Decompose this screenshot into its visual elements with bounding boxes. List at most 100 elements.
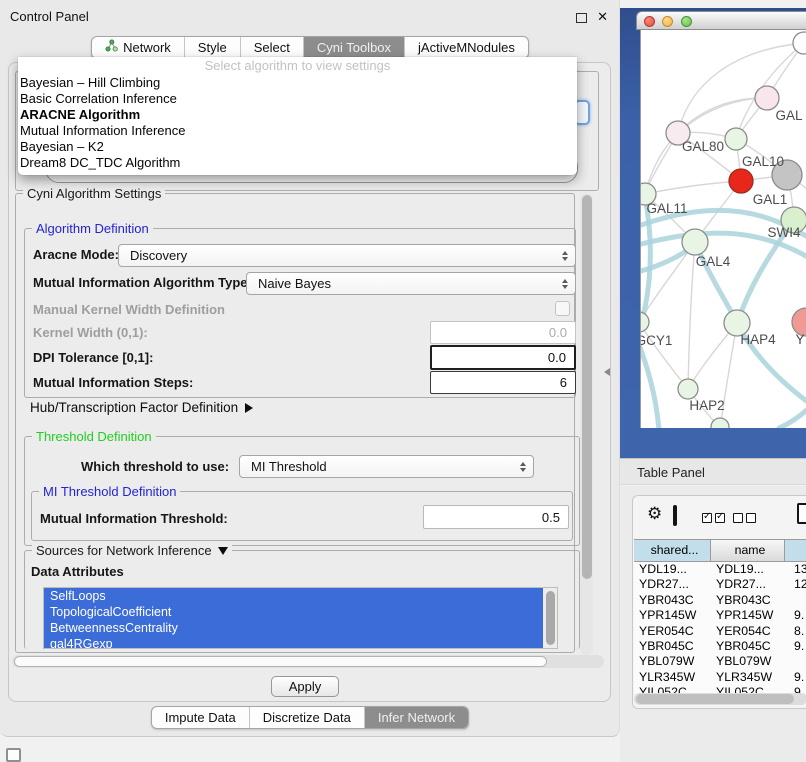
tab-label: Discretize Data <box>263 707 351 728</box>
node-label-hap4: HAP4 <box>740 332 776 347</box>
attribute-item-gal4rgexp[interactable]: gal4RGexp <box>44 636 543 649</box>
table-row[interactable]: YIL052CYIL052C9. <box>634 685 806 693</box>
which-threshold-combo[interactable]: MI Threshold <box>239 455 534 478</box>
kernel-width-value: 0.0 <box>549 325 567 340</box>
hub-transcription-section-toggle[interactable]: Hub/Transcription Factor Definition <box>30 400 253 415</box>
minimize-traffic-light-icon[interactable] <box>662 16 673 27</box>
network-node-hap2[interactable] <box>678 379 698 399</box>
network-edge[interactable] <box>645 181 741 194</box>
table-row[interactable]: YBR045CYBR045C9. <box>634 639 806 654</box>
checked-box-icon <box>715 513 725 523</box>
float-window-icon[interactable] <box>576 13 587 23</box>
tab-cyni-toolbox[interactable]: Cyni Toolbox <box>303 37 404 58</box>
network-edge[interactable] <box>688 242 695 389</box>
table-cell: YDL19... <box>711 562 785 577</box>
tab-label: Style <box>198 37 227 58</box>
which-threshold-label: Which threshold to use: <box>81 459 229 474</box>
algorithm-option-bayesian-hill-climbing[interactable]: Bayesian – Hill Climbing <box>18 75 577 91</box>
tab-network[interactable]: Network <box>92 37 184 58</box>
spinner-arrows-icon[interactable] <box>562 251 568 261</box>
network-view-canvas[interactable]: GALGAL80GAL10GAL1GAL11SWI4GAL4GCY1HAP4YH… <box>640 30 806 428</box>
attribute-items: SelfLoopsTopologicalCoefficientBetweenne… <box>44 588 557 649</box>
table-cell: YBL079W <box>711 654 785 669</box>
table-row[interactable]: YER054CYER054C8. <box>634 624 806 639</box>
aracne-mode-combo[interactable]: Discovery <box>118 244 576 267</box>
algorithm-option-aracne-algorithm[interactable]: ARACNE Algorithm <box>18 107 577 123</box>
select-all-icon[interactable] <box>702 510 728 528</box>
node-label-gal1: GAL1 <box>753 192 788 207</box>
cyni-settings-title: Cyni Algorithm Settings <box>23 186 165 201</box>
table-row[interactable]: YPR145WYPR145W9. <box>634 608 806 623</box>
network-node-gal4[interactable] <box>682 229 708 255</box>
deselect-all-icon[interactable] <box>733 510 759 528</box>
tab-select[interactable]: Select <box>240 37 303 58</box>
tab-style[interactable]: Style <box>184 37 240 58</box>
attributes-scroll-thumb[interactable] <box>546 591 555 645</box>
table-horizontal-scrollbar[interactable] <box>634 693 806 705</box>
float-dock-icon[interactable] <box>6 748 21 762</box>
node-table[interactable]: shared...name YDL19...YDL19...13YDR27...… <box>634 539 806 693</box>
mi-steps-value: 6 <box>560 375 567 390</box>
tab-impute-data[interactable]: Impute Data <box>152 707 249 728</box>
table-cell: YIL052C <box>634 685 711 693</box>
document-icon[interactable] <box>797 503 806 524</box>
table-row[interactable]: YDR27...YDR27...12 <box>634 577 806 592</box>
columns-icon[interactable] <box>673 505 677 526</box>
algorithm-option-basic-correlation-inference[interactable]: Basic Correlation Inference <box>18 91 577 107</box>
network-edge[interactable] <box>779 400 806 428</box>
table-cell: 9. <box>785 670 806 685</box>
algorithm-definition-group: Algorithm Definition Aracne Mode: Discov… <box>24 228 576 398</box>
algorithm-option-mutual-information-inference[interactable]: Mutual Information Inference <box>18 123 577 139</box>
settings-vscroll-thumb[interactable] <box>582 195 592 579</box>
attribute-item-betweennesscentrality[interactable]: BetweennessCentrality <box>44 620 543 636</box>
tab-infer-network[interactable]: Infer Network <box>364 707 468 728</box>
close-icon[interactable] <box>597 9 608 25</box>
table-row[interactable]: YLR345WYLR345W9. <box>634 670 806 685</box>
network-node-gal[interactable] <box>755 86 779 110</box>
data-attributes-list[interactable]: SelfLoopsTopologicalCoefficientBetweenne… <box>43 587 558 649</box>
column-header-clipped[interactable] <box>785 540 806 561</box>
network-node[interactable] <box>711 418 729 428</box>
table-row[interactable]: YDL19...YDL19...13 <box>634 562 806 577</box>
algorithm-option-bayesian-k2[interactable]: Bayesian – K2 <box>18 139 577 155</box>
table-row[interactable]: YBL079WYBL079W <box>634 654 806 669</box>
network-graph[interactable]: GALGAL80GAL10GAL1GAL11SWI4GAL4GCY1HAP4YH… <box>641 30 806 428</box>
aracne-mode-value: Discovery <box>130 248 187 263</box>
table-cell: YBL079W <box>634 654 711 669</box>
column-header-shared[interactable]: shared... <box>634 540 711 561</box>
manual-kernel-checkbox[interactable] <box>555 301 570 316</box>
apply-button[interactable]: Apply <box>271 676 339 697</box>
spinner-arrows-icon[interactable] <box>562 279 568 289</box>
network-window-titlebar[interactable] <box>636 11 806 30</box>
settings-hscroll-thumb[interactable] <box>14 656 547 667</box>
attribute-item-selfloops[interactable]: SelfLoops <box>44 588 543 604</box>
network-node-gal10[interactable] <box>725 128 747 150</box>
mi-steps-field[interactable]: 6 <box>430 371 576 394</box>
control-panel-title: Control Panel <box>10 9 89 24</box>
table-cell: 13 <box>785 562 806 577</box>
zoom-traffic-light-icon[interactable] <box>681 16 692 27</box>
network-node-gcy1[interactable] <box>641 312 649 332</box>
table-hscroll-thumb[interactable] <box>636 694 794 704</box>
panel-splitter-arrow-icon[interactable] <box>604 368 610 376</box>
node-label-y: Y <box>795 332 804 347</box>
spinner-arrows-icon[interactable] <box>520 462 526 472</box>
tab-discretize-data[interactable]: Discretize Data <box>249 707 364 728</box>
algorithm-option-dream8-dc-tdc-algorithm[interactable]: Dream8 DC_TDC Algorithm <box>18 155 577 171</box>
tab-jactivemnodules[interactable]: jActiveMNodules <box>404 37 528 58</box>
mi-algorithm-type-combo[interactable]: Naive Bayes <box>246 272 576 295</box>
mi-threshold-field[interactable]: 0.5 <box>423 505 569 529</box>
sources-title[interactable]: Sources for Network Inference <box>32 543 232 558</box>
sources-title-text: Sources for Network Inference <box>36 543 212 558</box>
network-node-gal1[interactable] <box>729 169 753 193</box>
attributes-scrollbar[interactable] <box>543 588 557 648</box>
attribute-item-topologicalcoefficient[interactable]: TopologicalCoefficient <box>44 604 543 620</box>
gear-icon[interactable] <box>647 504 662 524</box>
kernel-width-field[interactable]: 0.0 <box>430 321 576 344</box>
settings-vertical-scrollbar[interactable] <box>580 193 593 655</box>
dpi-tolerance-field[interactable]: 0.0 <box>430 345 576 370</box>
table-row[interactable]: YBR043CYBR043C <box>634 593 806 608</box>
column-header-name[interactable]: name <box>711 540 785 561</box>
settings-horizontal-scrollbar[interactable] <box>12 655 604 668</box>
close-traffic-light-icon[interactable] <box>644 16 655 27</box>
